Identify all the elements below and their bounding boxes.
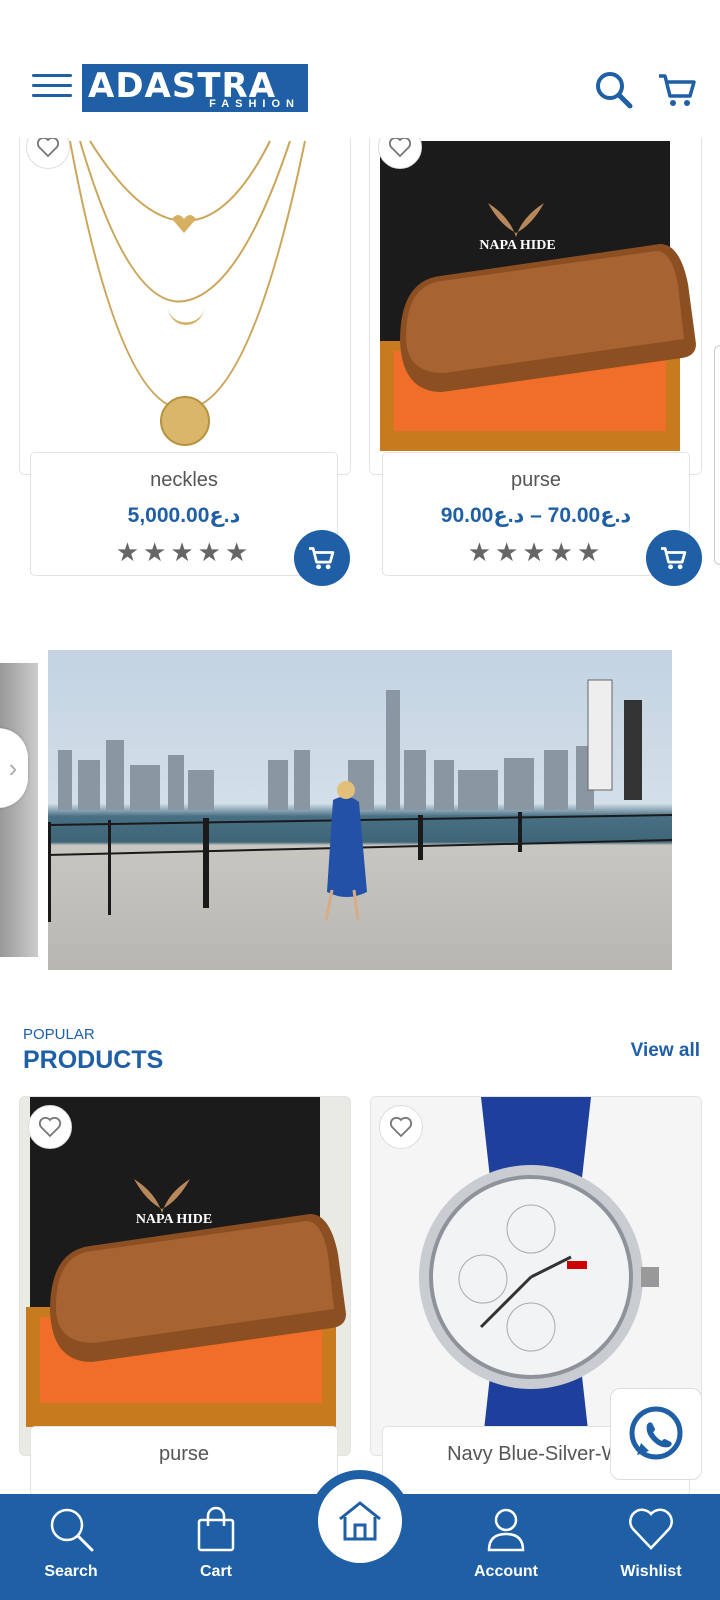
section-title: PRODUCTS [23, 1046, 164, 1074]
rating-stars: ★★★★★ [115, 537, 253, 567]
product-card-purse-popular[interactable] [19, 1096, 351, 1456]
section-subtitle: POPULAR [23, 1026, 95, 1043]
nav-label: Cart [199, 1563, 232, 1580]
product-price: د.ع70.00 – د.ع90.00 [440, 504, 632, 527]
cart-icon[interactable] [656, 68, 700, 112]
scroll-indicator [714, 345, 720, 565]
product-info: neckles د.ع5,000.00 ★★★★★ [30, 452, 338, 576]
product-price: د.ع5,000.00 [127, 504, 241, 527]
promo-banner[interactable] [48, 650, 672, 970]
shopping-bag-icon [197, 1506, 235, 1552]
add-to-cart-button[interactable] [646, 530, 702, 586]
nav-cart[interactable]: Cart [161, 1504, 271, 1581]
wallet-brand-text: NAPA HIDE [135, 1212, 213, 1227]
menu-icon[interactable] [32, 74, 72, 102]
nav-label: Wishlist [620, 1563, 682, 1580]
product-image [20, 111, 350, 474]
nav-label: Search [44, 1563, 98, 1580]
banner-prev-slide-image [0, 663, 38, 957]
home-button[interactable] [318, 1479, 402, 1563]
app-header: ADASTRA FASHION [0, 0, 720, 138]
search-icon[interactable] [592, 68, 636, 112]
home-button-ring [309, 1470, 411, 1572]
heart-icon [629, 1508, 673, 1550]
product-image [20, 1097, 350, 1455]
nav-search[interactable]: Search [16, 1504, 126, 1581]
nav-wishlist[interactable]: Wishlist [596, 1504, 706, 1581]
product-card-purse[interactable] [369, 110, 702, 475]
search-icon [50, 1508, 94, 1552]
home-icon [339, 1501, 381, 1541]
product-name[interactable]: purse [31, 1443, 337, 1466]
product-info: purse د.ع70.00 – د.ع90.00 ★★★★★ [382, 452, 690, 576]
wishlist-heart-icon[interactable] [379, 1105, 423, 1149]
product-info: purse [30, 1426, 338, 1496]
user-icon [487, 1508, 525, 1552]
logo-subtext: FASHION [209, 98, 300, 110]
product-name[interactable]: purse [383, 469, 689, 492]
add-to-cart-button[interactable] [294, 530, 350, 586]
wallet-brand-text: NAPA HIDE [479, 238, 556, 253]
brand-logo[interactable]: ADASTRA FASHION [82, 64, 308, 112]
rating-stars: ★★★★★ [467, 537, 605, 567]
wishlist-heart-icon[interactable] [28, 1105, 72, 1149]
product-card-necklace[interactable] [19, 110, 351, 475]
view-all-link[interactable]: View all [631, 1040, 700, 1062]
whatsapp-chat-button[interactable] [610, 1388, 702, 1480]
product-name[interactable]: neckles [31, 469, 337, 492]
whatsapp-icon [629, 1406, 683, 1460]
product-image [370, 111, 701, 474]
nav-account[interactable]: Account [451, 1504, 561, 1581]
nav-label: Account [474, 1563, 538, 1580]
